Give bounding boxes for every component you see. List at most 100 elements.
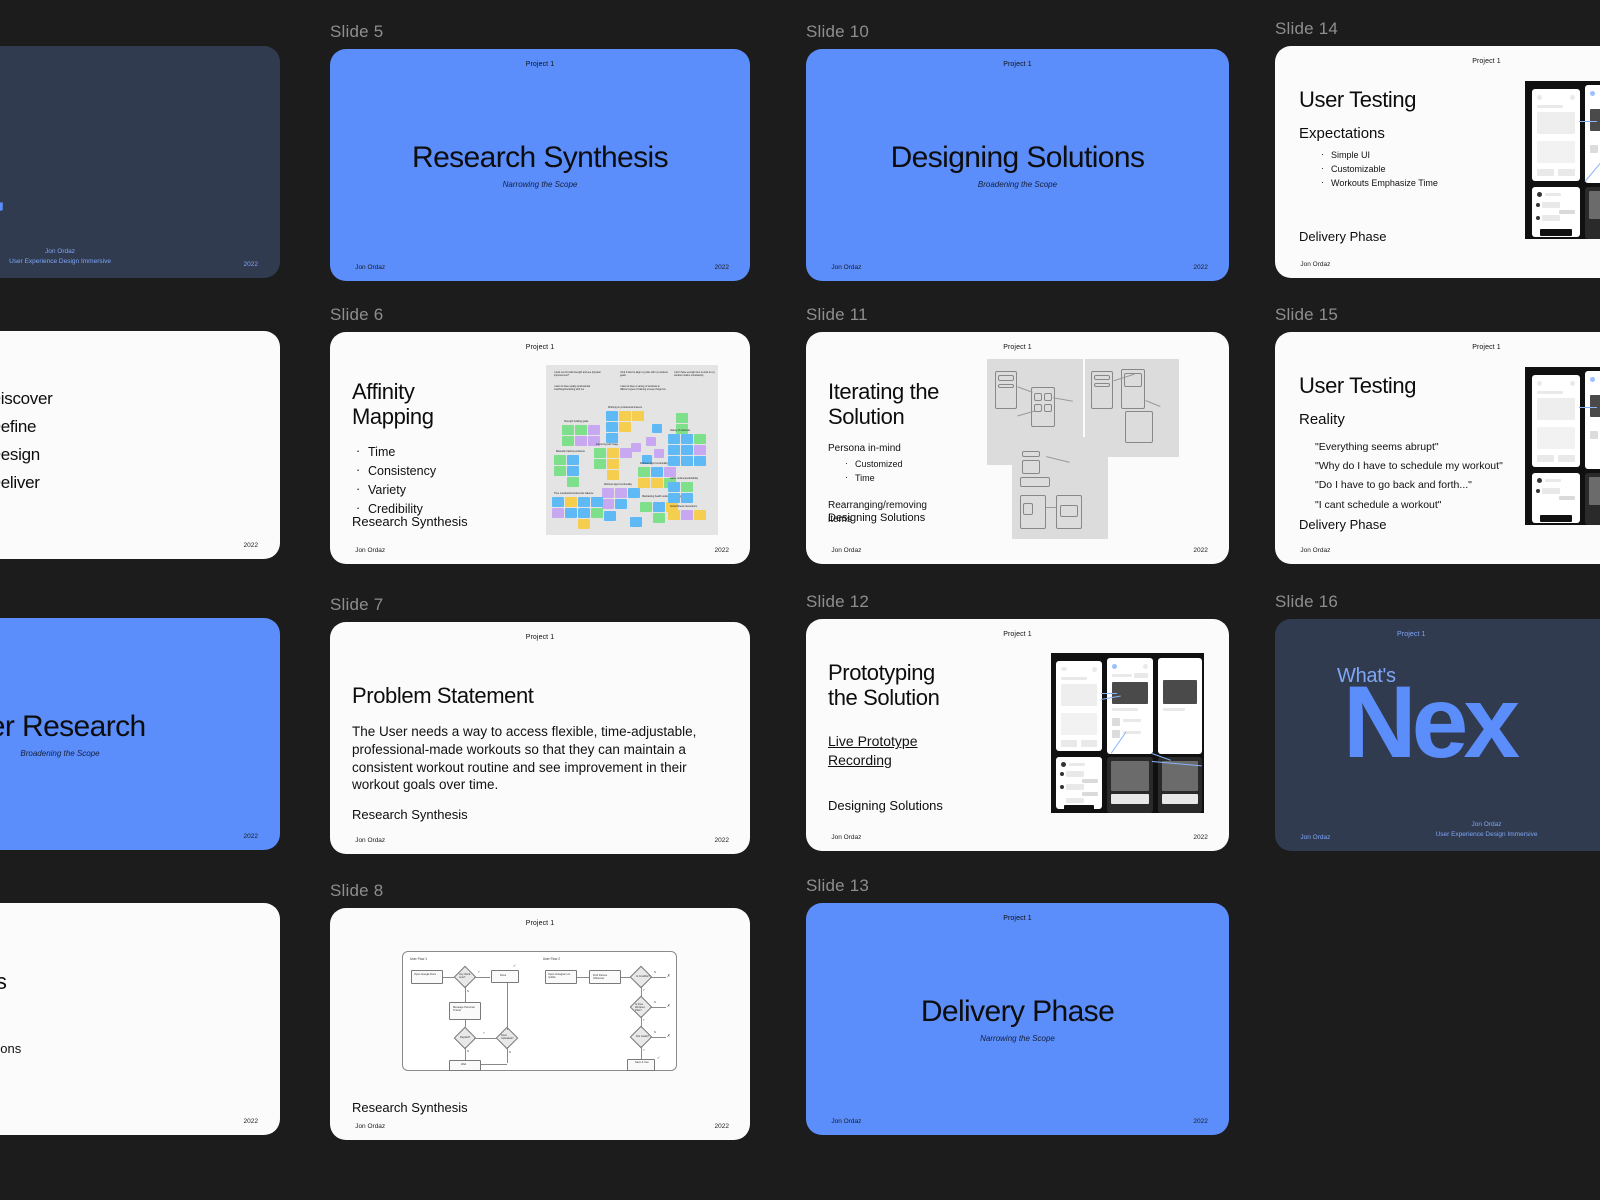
slide-title: Delivery Phase bbox=[920, 995, 1115, 1028]
slide-title: Affinity Mapping bbox=[352, 379, 434, 429]
slide-canvas[interactable]: Project 1 Affinity Mapping Time Consiste… bbox=[330, 332, 750, 564]
slide-canvas[interactable]: Project 1 Research Synthesis Narrowing t… bbox=[330, 49, 750, 281]
section-title-block: Designing Solutions Broadening the Scope bbox=[806, 141, 1229, 189]
slide-canvas[interactable]: Project 1 Designing Solutions Broadening… bbox=[806, 49, 1229, 281]
list-item[interactable]: 3 Design bbox=[0, 445, 53, 465]
list-item: Customized bbox=[841, 457, 1003, 472]
slide-year: 2022 bbox=[714, 836, 729, 844]
slide-canvas[interactable]: Project 1 Prototyping the Solution Live … bbox=[806, 619, 1229, 851]
project-label: Project 1 bbox=[1472, 344, 1501, 352]
slide-footer-credits: Jon Ordaz User Experience Design Immersi… bbox=[0, 247, 280, 267]
slide-label: Slide 7 bbox=[330, 595, 384, 614]
slide-subhead: Reality bbox=[1299, 410, 1345, 428]
author-name: Jon Ordaz bbox=[45, 247, 75, 255]
slide-card-5: Slide 5 Project 1 Research Synthesis Nar… bbox=[330, 22, 750, 281]
list-item[interactable]: 4 Deliver bbox=[0, 473, 53, 493]
slide-card-14: Slide 14 Project 1 User Testing Expectat… bbox=[1275, 19, 1600, 278]
slide-year: 2022 bbox=[714, 263, 729, 271]
author-name: Jon Ordaz bbox=[1300, 833, 1331, 841]
slide-title: Iterating the Solution bbox=[828, 379, 939, 429]
slide-year: 2022 bbox=[714, 1122, 729, 1130]
section-title-block: ser Research Broadening the Scope bbox=[0, 710, 280, 758]
slide-title: User Testing bbox=[1299, 373, 1417, 398]
list-item: Variety bbox=[352, 480, 532, 500]
author-name: Jon Ordaz bbox=[355, 1122, 386, 1130]
author-name: Jon Ordaz bbox=[355, 546, 386, 554]
section-title-block: Delivery Phase Narrowing the Scope bbox=[806, 995, 1229, 1043]
author-name: Jon Ordaz bbox=[831, 546, 862, 554]
slide-kicker: Designing Solutions bbox=[828, 512, 926, 524]
slide-canvas[interactable]: ser Research Broadening the Scope 2022 bbox=[0, 618, 280, 850]
project-label: Project 1 bbox=[525, 920, 555, 928]
step-label: Discover bbox=[0, 389, 53, 408]
slide-canvas[interactable]: Project 1 User Testing Reality "Everythi… bbox=[1275, 332, 1600, 564]
list-item[interactable]: 2 Define bbox=[0, 417, 53, 437]
slide-canvas[interactable]: ws ers estions 2022 bbox=[0, 903, 280, 1135]
author-name: Jon Ordaz bbox=[1300, 546, 1331, 554]
slide-grid-board: dea Jon Ordaz User Experience Design Imm… bbox=[0, 0, 1600, 1200]
list-item[interactable]: 1 Discover bbox=[0, 389, 53, 409]
project-label: Project 1 bbox=[525, 344, 555, 352]
slide-line-fragment: estions bbox=[0, 1041, 22, 1056]
slide-card-process: 1 Discover 2 Define 3 Design 4 Deliver 2… bbox=[0, 331, 280, 559]
slide-year: 2022 bbox=[243, 1117, 258, 1125]
list-item: Customizable bbox=[1317, 162, 1509, 177]
slide-year: 2022 bbox=[1193, 263, 1208, 271]
process-step-list: 1 Discover 2 Define 3 Design 4 Deliver bbox=[0, 389, 53, 501]
author-name: Jon Ordaz bbox=[831, 1117, 862, 1125]
slide-canvas[interactable]: Project 1 User Flow 1 User Flow 2 Open G… bbox=[330, 908, 750, 1140]
bullet-list: Customized Time bbox=[841, 457, 1003, 486]
author-name: Jon Ordaz bbox=[355, 836, 386, 844]
slide-canvas[interactable]: Project 1 What's Nex Jon Ordaz User Expe… bbox=[1275, 619, 1600, 851]
list-item: Time bbox=[352, 442, 532, 462]
bullet-list: Time Consistency Variety Credibility bbox=[352, 442, 532, 518]
slide-title-fragment: ws bbox=[0, 969, 7, 994]
list-item: "I cant schedule a workout" bbox=[1315, 498, 1442, 511]
slide-subtitle: Broadening the Scope bbox=[977, 180, 1058, 189]
slide-canvas[interactable]: 1 Discover 2 Define 3 Design 4 Deliver 2… bbox=[0, 331, 280, 559]
live-prototype-link[interactable]: Live Prototype bbox=[828, 732, 1018, 751]
slide-canvas[interactable]: Project 1 Iterating the Solution Persona… bbox=[806, 332, 1229, 564]
slide-card-6: Slide 6 Project 1 Affinity Mapping Time … bbox=[330, 305, 750, 564]
slide-label: Slide 12 bbox=[806, 592, 870, 611]
slide-kicker: Research Synthesis bbox=[352, 514, 468, 529]
list-item: "Why do I have to schedule my workout" bbox=[1315, 460, 1503, 473]
slide-card-12: Slide 12 Project 1 Prototyping the Solut… bbox=[806, 592, 1229, 851]
slide-title: Research Synthesis bbox=[412, 141, 669, 174]
slide-card-15: Slide 15 Project 1 User Testing Reality … bbox=[1275, 305, 1600, 564]
user-flow-diagram: User Flow 1 User Flow 2 Open Google Docs… bbox=[402, 951, 677, 1071]
slide-kicker: Research Synthesis bbox=[352, 1100, 468, 1115]
slide-label: Slide 16 bbox=[1275, 592, 1339, 611]
slide-year: 2022 bbox=[1193, 546, 1208, 554]
slide-year: 2022 bbox=[243, 260, 258, 268]
project-label: Project 1 bbox=[525, 61, 555, 69]
slide-canvas[interactable]: Project 1 Delivery Phase Narrowing the S… bbox=[806, 903, 1229, 1135]
step-label: Deliver bbox=[0, 473, 40, 492]
slide-card-idea: dea Jon Ordaz User Experience Design Imm… bbox=[0, 46, 280, 278]
slide-label: Slide 13 bbox=[806, 876, 870, 895]
list-item: Time bbox=[841, 471, 1003, 486]
recording-link[interactable]: Recording bbox=[828, 751, 1018, 770]
slide-subhead: Persona in-mind bbox=[828, 443, 901, 455]
slide-title: Problem Statement bbox=[352, 683, 534, 708]
slide-title: ser Research bbox=[0, 710, 146, 743]
list-item: Consistency bbox=[352, 461, 532, 481]
step-label: Design bbox=[0, 445, 40, 464]
project-label: Project 1 bbox=[1003, 631, 1032, 639]
slide-title: User Testing bbox=[1299, 87, 1417, 112]
list-item: "Do I have to go back and forth..." bbox=[1315, 479, 1472, 492]
project-label: Project 1 bbox=[525, 634, 555, 642]
slide-canvas[interactable]: dea Jon Ordaz User Experience Design Imm… bbox=[0, 46, 280, 278]
slide-canvas[interactable]: Project 1 Problem Statement The User nee… bbox=[330, 622, 750, 854]
slide-label: Slide 6 bbox=[330, 305, 384, 324]
author-name: Jon Ordaz bbox=[831, 833, 862, 841]
list-item: Simple UI bbox=[1317, 148, 1509, 163]
slide-card-user-research: ser Research Broadening the Scope 2022 bbox=[0, 618, 280, 850]
flow-title-2: User Flow 2 bbox=[543, 957, 561, 961]
project-label: Project 1 bbox=[1003, 61, 1032, 69]
slide-label: Slide 14 bbox=[1275, 19, 1339, 38]
author-name: Jon Ordaz bbox=[355, 263, 386, 271]
slide-canvas[interactable]: Project 1 User Testing Expectations Simp… bbox=[1275, 46, 1600, 278]
slide-card-13: Slide 13 Project 1 Delivery Phase Narrow… bbox=[806, 876, 1229, 1135]
author-name: Jon Ordaz bbox=[1300, 260, 1331, 268]
